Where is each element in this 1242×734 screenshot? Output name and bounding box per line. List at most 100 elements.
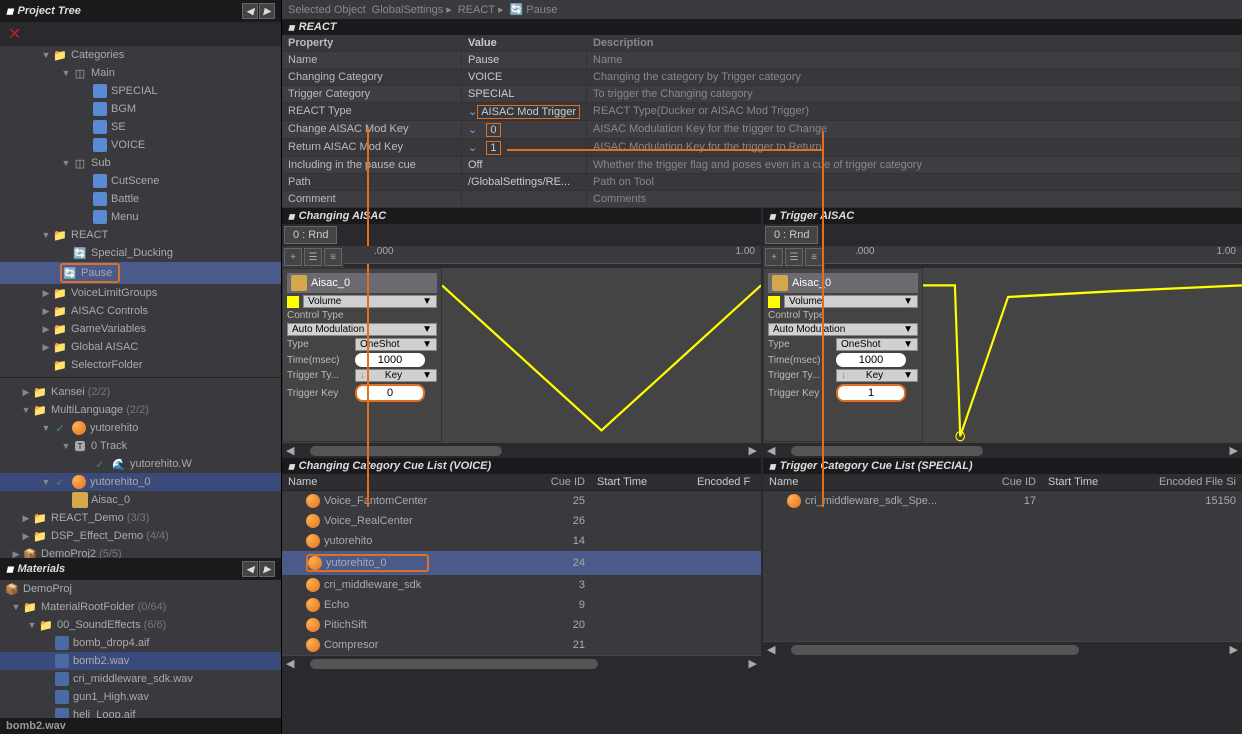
list-button[interactable]: ☰	[304, 248, 322, 266]
tree-track-zero[interactable]: ▼🆃0 Track	[0, 437, 281, 455]
mat-crimw[interactable]: cri_middleware_sdk.wav	[0, 670, 281, 688]
cue-header-cueid[interactable]: Cue ID	[511, 474, 591, 490]
changing-cue-list[interactable]: Voice_FantomCenter25Voice_RealCenter26yu…	[282, 491, 761, 655]
tree-multilanguage[interactable]: ▼📁MultiLanguage (2/2)	[0, 401, 281, 419]
time-input[interactable]: 1000	[355, 353, 425, 367]
tree-menu[interactable]: Menu	[0, 208, 281, 226]
tree-special-ducking[interactable]: 🔄Special_Ducking	[0, 244, 281, 262]
tree-yutorehito[interactable]: ▼✓yutorehito	[0, 419, 281, 437]
scrollbar-h[interactable]: ◀▶	[282, 442, 761, 458]
cue-header-enc[interactable]: Encoded File Si	[1142, 474, 1242, 490]
tree-pause[interactable]: 🔄Pause	[0, 262, 281, 284]
tree-bgm[interactable]: BGM	[0, 100, 281, 118]
tree-react-folder[interactable]: ▼📁REACT	[0, 226, 281, 244]
controltype-dropdown[interactable]: Auto Modulation▼	[287, 323, 437, 336]
tree-global-aisac[interactable]: ▶📁Global AISAC	[0, 338, 281, 356]
tree-selector-folder[interactable]: 📁SelectorFolder	[0, 356, 281, 374]
scrollbar-h[interactable]: ◀▶	[282, 655, 761, 671]
cue-row[interactable]: Compresor21	[282, 635, 761, 655]
changing-aisac-graph[interactable]	[442, 268, 761, 442]
cue-row[interactable]: cri_middleware_sdk_Spe...1715150	[763, 491, 1242, 511]
mat-gun1[interactable]: gun1_High.wav	[0, 688, 281, 706]
color-swatch-icon[interactable]	[768, 296, 780, 308]
cue-row[interactable]: Echo9	[282, 595, 761, 615]
cue-header-name[interactable]: Name	[282, 474, 511, 490]
triggertype-dropdown[interactable]: ↓Key▼	[836, 369, 918, 382]
breadcrumb-globalsettings[interactable]: GlobalSettings▸	[372, 3, 452, 16]
prop-trcat-value[interactable]: SPECIAL	[462, 86, 587, 102]
scroll-left-icon[interactable]: ◀	[242, 561, 258, 577]
controltype-dropdown[interactable]: Auto Modulation▼	[768, 323, 918, 336]
timeline-ruler[interactable]: .0001.00	[344, 246, 761, 264]
materials-tree[interactable]: 📦DemoProj ▼📁MaterialRootFolder (0/64) ▼📁…	[0, 580, 281, 718]
mat-heli[interactable]: heli_Loop.aif	[0, 706, 281, 718]
cue-row[interactable]: cri_middleware_sdk3	[282, 575, 761, 595]
tree-battle[interactable]: Battle	[0, 190, 281, 208]
color-swatch-icon[interactable]	[287, 296, 299, 308]
tree-voice[interactable]: VOICE	[0, 136, 281, 154]
volume-dropdown[interactable]: Volume▼	[303, 295, 437, 308]
close-icon[interactable]: ✕	[0, 22, 281, 46]
list2-button[interactable]: ≡	[805, 248, 823, 266]
cue-row[interactable]: yutorehito_024	[282, 551, 761, 575]
prop-incpause-value[interactable]: Off	[462, 157, 587, 173]
breadcrumb-pause[interactable]: 🔄Pause	[510, 3, 558, 16]
mat-bombdrop[interactable]: bomb_drop4.aif	[0, 634, 281, 652]
cue-row[interactable]: Voice_RealCenter26	[282, 511, 761, 531]
scrollbar-h[interactable]: ◀▶	[763, 641, 1242, 657]
scroll-right-icon[interactable]: ▶	[259, 3, 275, 19]
timeline-ruler[interactable]: .0001.00	[825, 246, 1242, 264]
tree-gamevariables[interactable]: ▶📁GameVariables	[0, 320, 281, 338]
mat-root[interactable]: ▼📁MaterialRootFolder (0/64)	[0, 598, 281, 616]
tree-cutscene[interactable]: CutScene	[0, 172, 281, 190]
trigger-aisac-graph[interactable]	[923, 268, 1242, 442]
scrollbar-h[interactable]: ◀▶	[763, 442, 1242, 458]
add-button[interactable]: +	[284, 248, 302, 266]
tree-yutorehito-wav[interactable]: ✓🌊yutorehito.W	[0, 455, 281, 473]
triggerkey-trigger-input[interactable]: 1	[836, 384, 906, 402]
list-button[interactable]: ☰	[785, 248, 803, 266]
tree-aisac-controls[interactable]: ▶📁AISAC Controls	[0, 302, 281, 320]
tree-dsp-effect[interactable]: ▶📁DSP_Effect_Demo (4/4)	[0, 527, 281, 545]
tree-aisac-0[interactable]: Aisac_0	[0, 491, 281, 509]
prop-retkey-value[interactable]: ⌄ 1	[462, 139, 587, 156]
tree-yutorehito-0[interactable]: ▼✓yutorehito_0	[0, 473, 281, 491]
cue-header-start[interactable]: Start Time	[1042, 474, 1142, 490]
changing-aisac-tab[interactable]: 0 : Rnd	[284, 226, 337, 244]
type-dropdown[interactable]: OneShot▼	[836, 338, 918, 351]
prop-chkey-value[interactable]: ⌄ 0	[462, 121, 587, 138]
add-button[interactable]: +	[765, 248, 783, 266]
prop-rtype-value[interactable]: ⌄AISAC Mod Trigger	[462, 103, 587, 120]
trigger-aisac-tab[interactable]: 0 : Rnd	[765, 226, 818, 244]
trigger-cue-list[interactable]: cri_middleware_sdk_Spe...1715150	[763, 491, 1242, 641]
prop-comment-value[interactable]	[462, 191, 587, 207]
cue-header-name[interactable]: Name	[763, 474, 962, 490]
prop-path-value[interactable]: /GlobalSettings/RE...	[462, 174, 587, 190]
volume-dropdown[interactable]: Volume▼	[784, 295, 918, 308]
mat-demoproj[interactable]: 📦DemoProj	[0, 580, 281, 598]
tree-sub[interactable]: ▼◫Sub	[0, 154, 281, 172]
cue-row[interactable]: yutorehito14	[282, 531, 761, 551]
mat-bomb2[interactable]: bomb2.wav	[0, 652, 281, 670]
tree-demoproj2[interactable]: ▶📦DemoProj2 (5/5)	[0, 545, 281, 558]
time-input[interactable]: 1000	[836, 353, 906, 367]
cue-header-start[interactable]: Start Time	[591, 474, 691, 490]
prop-name-value[interactable]: Pause	[462, 52, 587, 68]
project-tree[interactable]: ▼📁Categories ▼◫Main SPECIAL BGM SE VOICE…	[0, 46, 281, 558]
tree-se[interactable]: SE	[0, 118, 281, 136]
tree-voicelimitgroups[interactable]: ▶📁VoiceLimitGroups	[0, 284, 281, 302]
tree-categories[interactable]: ▼📁Categories	[0, 46, 281, 64]
triggerkey-changing-input[interactable]: 0	[355, 384, 425, 402]
scroll-right-icon[interactable]: ▶	[259, 561, 275, 577]
cue-header-cueid[interactable]: Cue ID	[962, 474, 1042, 490]
cue-row[interactable]: PitichSift20	[282, 615, 761, 635]
cue-row[interactable]: Voice_FantomCenter25	[282, 491, 761, 511]
list2-button[interactable]: ≡	[324, 248, 342, 266]
tree-main[interactable]: ▼◫Main	[0, 64, 281, 82]
breadcrumb-react[interactable]: REACT▸	[458, 3, 504, 16]
scroll-left-icon[interactable]: ◀	[242, 3, 258, 19]
tree-kansei[interactable]: ▶📁Kansei (2/2)	[0, 383, 281, 401]
mat-soundeffects[interactable]: ▼📁00_SoundEffects (6/6)	[0, 616, 281, 634]
cue-header-enc[interactable]: Encoded F	[691, 474, 761, 490]
tree-react-demo[interactable]: ▶📁REACT_Demo (3/3)	[0, 509, 281, 527]
